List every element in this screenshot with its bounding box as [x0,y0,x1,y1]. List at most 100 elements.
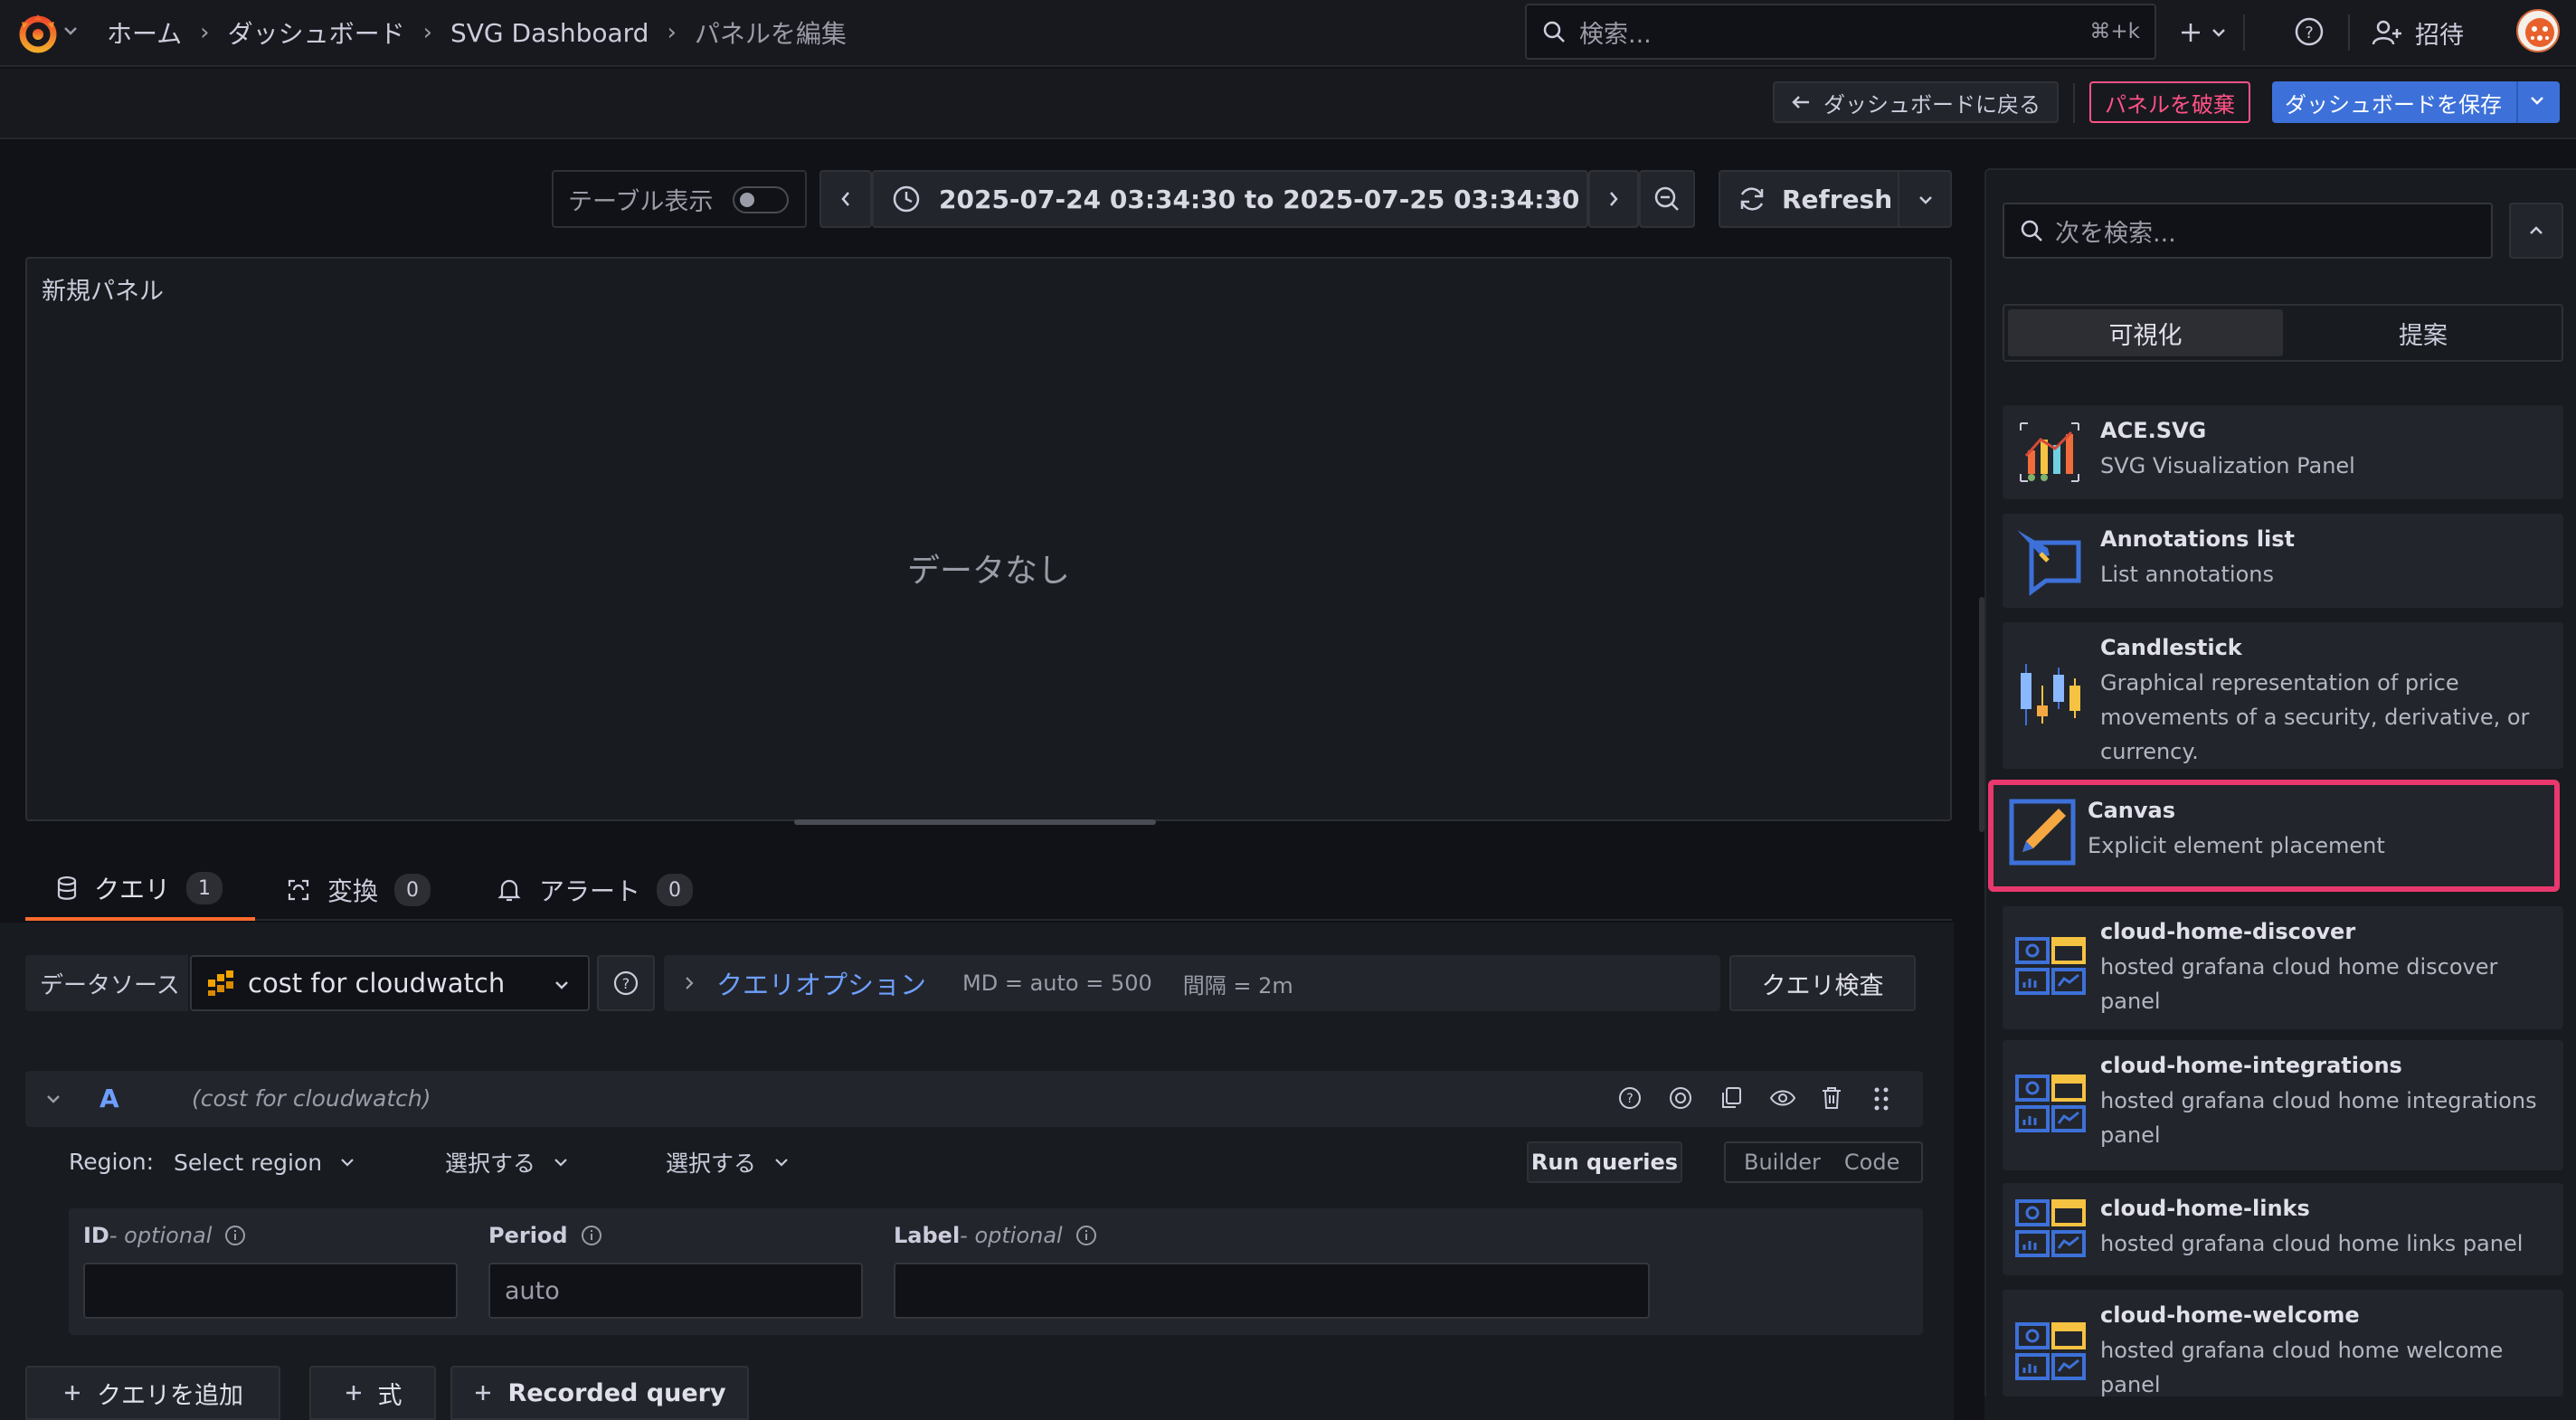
grafana-logo[interactable] [16,11,63,56]
tab-visualizations[interactable]: 可視化 [2008,309,2283,356]
viz-title: Candlestick [2100,635,2242,660]
id-field-label: ID - optional [83,1223,246,1248]
id-input[interactable] [83,1263,458,1319]
save-label: ダッシュボードを保存 [2285,91,2502,118]
new-menu-button[interactable] [2178,13,2227,52]
target-icon[interactable] [1668,1085,1693,1111]
query-options[interactable]: クエリオプション MD = auto = 500 間隔 = 2m [664,955,1720,1011]
breadcrumb-separator-icon: › [200,19,210,46]
breadcrumb-dashboards[interactable]: ダッシュボード [228,14,405,51]
eye-icon[interactable] [1769,1085,1796,1111]
chevron-down-icon[interactable] [45,1093,62,1105]
database-icon [56,876,78,901]
chevron-down-icon [554,979,570,991]
metric-value: 選択する [666,1150,757,1177]
viz-title: cloud-home-integrations [2100,1053,2402,1078]
viz-title: Canvas [2088,798,2176,823]
help-icon[interactable]: ? [1617,1085,1643,1111]
avatar[interactable] [2516,9,2560,52]
label-input[interactable] [894,1263,1650,1319]
plus-icon [473,1383,493,1403]
breadcrumb-dashboard[interactable]: SVG Dashboard [450,18,649,48]
viz-card-canvas[interactable]: Canvas Explicit element placement [1988,780,2560,892]
svg-text:?: ? [1626,1092,1633,1106]
chevron-down-icon[interactable] [63,25,78,36]
add-expression-button[interactable]: 式 [309,1366,436,1420]
panel-resize-handle[interactable] [794,819,1156,825]
viz-card-cloud-home-discover[interactable]: cloud-home-discover hosted grafana cloud… [2003,906,2563,1029]
chevron-down-icon[interactable] [2529,94,2545,107]
period-input[interactable] [488,1263,863,1319]
info-icon[interactable] [224,1225,246,1246]
collapse-picker-button[interactable] [2509,203,2563,259]
namespace-value: 選択する [445,1150,536,1177]
namespace-select[interactable]: 選択する [445,1141,568,1183]
datasource-select[interactable]: cost for cloudwatch [190,955,590,1011]
search-icon [2019,218,2044,243]
time-shift-forward-button[interactable] [1588,170,1639,228]
query-letter[interactable]: A [99,1084,119,1113]
info-icon[interactable] [581,1225,602,1246]
chevron-down-icon [2211,26,2227,39]
datasource-label-box: データソース [25,955,188,1011]
breadcrumb-home[interactable]: ホーム [107,14,182,51]
viz-card-cloud-home-links[interactable]: cloud-home-links hosted grafana cloud ho… [2003,1183,2563,1275]
help-icon[interactable]: ? [2294,16,2325,47]
table-view-toggle[interactable]: テーブル表示 [552,170,807,228]
datasource-help-button[interactable]: ? [597,955,655,1011]
discard-panel-button[interactable]: パネルを破棄 [2089,81,2250,123]
trash-icon[interactable] [1820,1085,1843,1111]
save-dashboard-button[interactable]: ダッシュボードを保存 [2272,81,2560,123]
svg-text:?: ? [622,975,630,992]
table-view-label: テーブル表示 [568,187,714,216]
back-to-dashboard-button[interactable]: ダッシュボードに戻る [1773,81,2059,123]
annotations-list-icon [2013,525,2086,597]
time-shift-back-button[interactable] [819,170,872,228]
viz-description: hosted grafana cloud home welcome panel [2100,1338,2504,1396]
add-query-button[interactable]: クエリを追加 [25,1366,280,1420]
viz-card-cloud-home-integrations[interactable]: cloud-home-integrations hosted grafana c… [2003,1040,2563,1170]
global-search[interactable]: 検索... ⌘+k [1525,4,2156,60]
duplicate-icon[interactable] [1719,1085,1744,1111]
query-datasource-name: (cost for cloudwatch) [192,1085,431,1112]
tab-suggestions-label: 提案 [2399,321,2448,350]
plus-icon [2178,20,2203,45]
recorded-query-button[interactable]: Recorded query [450,1366,749,1420]
time-range-picker[interactable]: 2025-07-24 03:34:30 to 2025-07-25 03:34:… [872,170,1588,228]
chevron-down-icon [340,1157,355,1168]
code-mode-button[interactable]: Code [1844,1150,1899,1175]
region-select[interactable]: Select region [174,1141,355,1183]
viz-search[interactable]: 次を検索... [2003,203,2493,259]
zoom-out-button[interactable] [1639,170,1695,228]
invite-button[interactable]: 招待 [2372,13,2464,52]
query-inspector-button[interactable]: クエリ検査 [1729,955,1916,1011]
viz-card-candlestick[interactable]: Candlestick Graphical representation of … [2003,622,2563,769]
metric-select[interactable]: 選択する [666,1141,789,1183]
zoom-out-icon [1653,185,1681,213]
builder-mode-button[interactable]: Builder [1744,1150,1821,1175]
tab-suggestions[interactable]: 提案 [2287,309,2560,356]
drag-handle-icon[interactable] [1872,1085,1890,1112]
panel-title[interactable]: 新規パネル [42,271,164,307]
refresh-button[interactable]: Refresh [1719,170,1952,228]
toggle-switch[interactable] [733,186,789,213]
chevron-down-icon[interactable] [1918,194,1934,206]
tab-queries[interactable]: クエリ 1 [25,859,255,921]
viz-card-annotations-list[interactable]: Annotations list List annotations [2003,514,2563,608]
info-icon[interactable] [1075,1225,1097,1246]
refresh-label: Refresh [1782,184,1893,214]
chevron-left-icon [839,189,852,209]
breadcrumb-separator-icon: › [422,19,432,46]
clock-icon [892,185,921,213]
tab-transformations[interactable]: 変換 0 [286,859,431,921]
tab-alerts[interactable]: アラート 0 [497,859,694,921]
viz-card-ace-svg[interactable]: ACE.SVG SVG Visualization Panel [2003,405,2563,499]
search-placeholder: 検索... [1579,20,1652,49]
viz-card-cloud-home-welcome[interactable]: cloud-home-welcome hosted grafana cloud … [2003,1290,2563,1396]
chevron-down-icon [774,1157,789,1168]
run-queries-button[interactable]: Run queries [1527,1141,1682,1183]
viz-title: ACE.SVG [2100,418,2207,443]
chevron-right-icon [684,974,695,992]
viz-description: List annotations [2100,562,2274,587]
no-data-text: データなし [906,553,1070,590]
